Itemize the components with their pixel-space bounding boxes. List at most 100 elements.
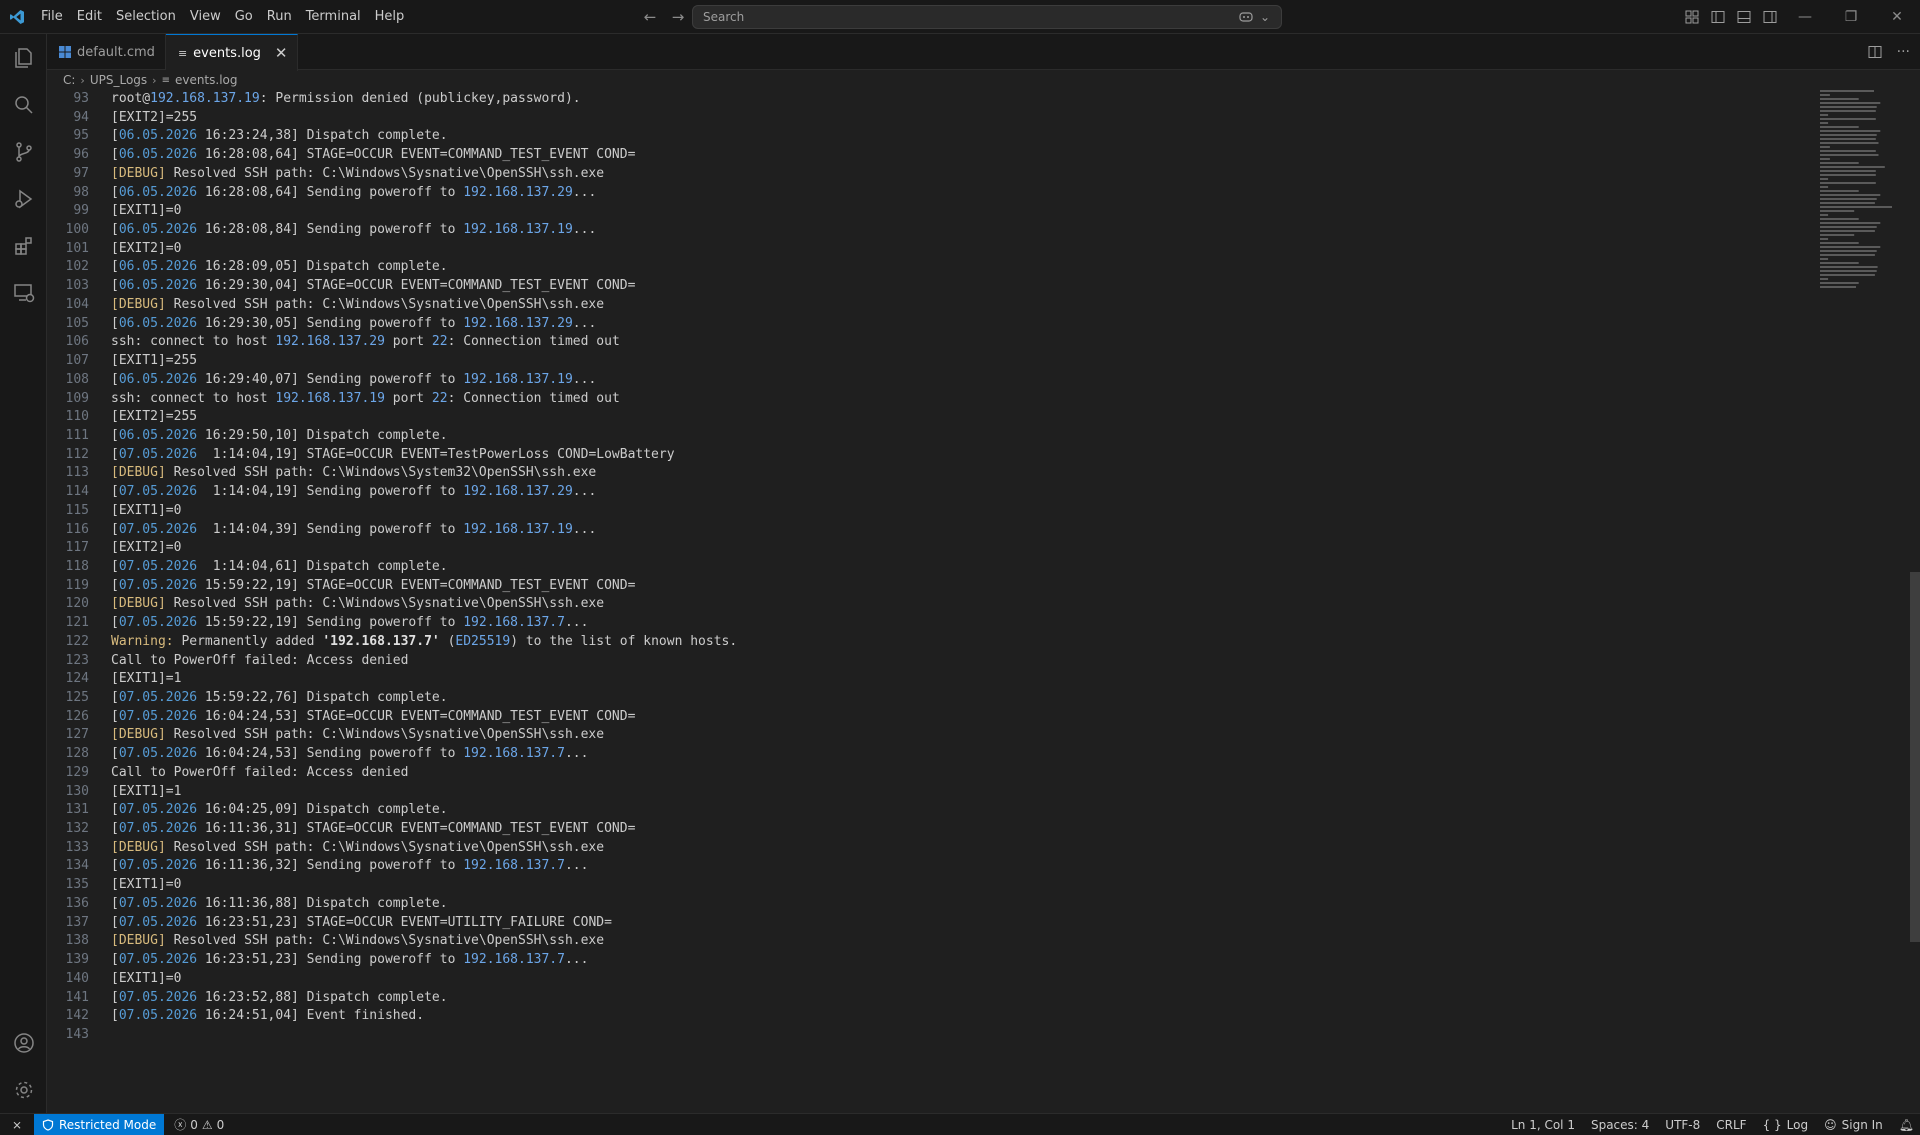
- line-content[interactable]: [06.05.2026 16:28:09,05] Dispatch comple…: [89, 258, 448, 277]
- code-line[interactable]: 113 [DEBUG] Resolved SSH path: C:\Windows…: [47, 464, 1817, 483]
- line-content[interactable]: [06.05.2026 16:28:08,64] Sending powerof…: [89, 184, 596, 203]
- line-content[interactable]: [EXIT1]=0: [89, 502, 181, 521]
- line-content[interactable]: [06.05.2026 16:29:30,04] STAGE=OCCUR EVE…: [89, 277, 635, 296]
- code-line[interactable]: 108 [06.05.2026 16:29:40,07] Sending powe…: [47, 371, 1817, 390]
- menu-go[interactable]: Go: [228, 0, 260, 34]
- code-line[interactable]: 123 Call to PowerOff failed: Access denie…: [47, 652, 1817, 671]
- close-window-icon[interactable]: ✕: [1874, 0, 1920, 34]
- code-line[interactable]: 114 [07.05.2026 1:14:04,19] Sending power…: [47, 483, 1817, 502]
- cursor-position[interactable]: Ln 1, Col 1: [1511, 1118, 1575, 1132]
- line-content[interactable]: [07.05.2026 16:04:24,53] Sending powerof…: [89, 745, 588, 764]
- code-line[interactable]: 130 [EXIT1]=1: [47, 783, 1817, 802]
- line-content[interactable]: [06.05.2026 16:29:50,10] Dispatch comple…: [89, 427, 448, 446]
- line-content[interactable]: [07.05.2026 16:04:24,53] STAGE=OCCUR EVE…: [89, 708, 635, 727]
- line-content[interactable]: [07.05.2026 1:14:04,19] STAGE=OCCUR EVEN…: [89, 446, 675, 465]
- line-content[interactable]: [07.05.2026 16:23:51,23] Sending powerof…: [89, 951, 588, 970]
- minimap[interactable]: [1820, 88, 1900, 318]
- code-line[interactable]: 115 [EXIT1]=0: [47, 502, 1817, 521]
- code-line[interactable]: 95 [06.05.2026 16:23:24,38] Dispatch comp…: [47, 127, 1817, 146]
- line-content[interactable]: ssh: connect to host 192.168.137.19 port…: [89, 390, 620, 409]
- search-icon[interactable]: [0, 81, 47, 128]
- line-content[interactable]: Warning: Permanently added '192.168.137.…: [89, 633, 737, 652]
- line-content[interactable]: [07.05.2026 16:24:51,04] Event finished.: [89, 1007, 424, 1026]
- line-content[interactable]: [07.05.2026 16:23:51,23] STAGE=OCCUR EVE…: [89, 914, 612, 933]
- line-content[interactable]: [07.05.2026 16:11:36,32] Sending powerof…: [89, 857, 588, 876]
- line-content[interactable]: [EXIT2]=255: [89, 408, 197, 427]
- accounts-icon[interactable]: [0, 1019, 47, 1066]
- menu-file[interactable]: File: [34, 0, 70, 34]
- code-line[interactable]: 96 [06.05.2026 16:28:08,64] STAGE=OCCUR E…: [47, 146, 1817, 165]
- breadcrumb-file[interactable]: events.log: [175, 73, 238, 87]
- code-line[interactable]: 139 [07.05.2026 16:23:51,23] Sending powe…: [47, 951, 1817, 970]
- line-content[interactable]: [07.05.2026 16:11:36,31] STAGE=OCCUR EVE…: [89, 820, 635, 839]
- code-line[interactable]: 141 [07.05.2026 16:23:52,88] Dispatch com…: [47, 989, 1817, 1008]
- line-content[interactable]: [DEBUG] Resolved SSH path: C:\Windows\Sy…: [89, 932, 604, 951]
- code-line[interactable]: 112 [07.05.2026 1:14:04,19] STAGE=OCCUR E…: [47, 446, 1817, 465]
- restricted-mode-badge[interactable]: Restricted Mode: [34, 1113, 165, 1135]
- code-line[interactable]: 110 [EXIT2]=255: [47, 408, 1817, 427]
- code-line[interactable]: 111 [06.05.2026 16:29:50,10] Dispatch com…: [47, 427, 1817, 446]
- code-line[interactable]: 97 [DEBUG] Resolved SSH path: C:\Windows\…: [47, 165, 1817, 184]
- line-content[interactable]: [07.05.2026 1:14:04,19] Sending poweroff…: [89, 483, 596, 502]
- code-line[interactable]: 140 [EXIT1]=0: [47, 970, 1817, 989]
- breadcrumb-drive[interactable]: C:: [63, 73, 75, 87]
- line-content[interactable]: [07.05.2026 1:14:04,39] Sending poweroff…: [89, 521, 596, 540]
- code-line[interactable]: 99 [EXIT1]=0: [47, 202, 1817, 221]
- line-content[interactable]: [EXIT2]=255: [89, 109, 197, 128]
- problems-indicator[interactable]: ⓧ 0 ⚠ 0: [164, 1116, 234, 1133]
- vertical-scrollbar[interactable]: [1910, 88, 1920, 1113]
- line-content[interactable]: [EXIT1]=1: [89, 670, 181, 689]
- close-icon[interactable]: ✕: [275, 44, 288, 62]
- line-content[interactable]: [07.05.2026 16:23:52,88] Dispatch comple…: [89, 989, 448, 1008]
- code-line[interactable]: 94 [EXIT2]=255: [47, 109, 1817, 128]
- menu-edit[interactable]: Edit: [70, 0, 109, 34]
- code-line[interactable]: 131 [07.05.2026 16:04:25,09] Dispatch com…: [47, 801, 1817, 820]
- line-content[interactable]: [07.05.2026 15:59:22,19] STAGE=OCCUR EVE…: [89, 577, 635, 596]
- code-line[interactable]: 143: [47, 1026, 1817, 1045]
- run-debug-icon[interactable]: [0, 175, 47, 222]
- customize-layout-icon[interactable]: [1684, 9, 1700, 25]
- line-content[interactable]: [EXIT1]=0: [89, 876, 181, 895]
- code-line[interactable]: 117 [EXIT2]=0: [47, 539, 1817, 558]
- code-line[interactable]: 122 Warning: Permanently added '192.168.1…: [47, 633, 1817, 652]
- split-editor-icon[interactable]: [1867, 44, 1883, 60]
- minimize-icon[interactable]: —: [1782, 0, 1828, 34]
- line-content[interactable]: root@192.168.137.19: Permission denied (…: [89, 90, 581, 109]
- remote-indicator-icon[interactable]: ⨯: [0, 1114, 34, 1135]
- extensions-icon[interactable]: [0, 222, 47, 269]
- code-line[interactable]: 134 [07.05.2026 16:11:36,32] Sending powe…: [47, 857, 1817, 876]
- code-line[interactable]: 100 [06.05.2026 16:28:08,84] Sending powe…: [47, 221, 1817, 240]
- line-content[interactable]: ssh: connect to host 192.168.137.29 port…: [89, 333, 620, 352]
- code-line[interactable]: 103 [06.05.2026 16:29:30,04] STAGE=OCCUR …: [47, 277, 1817, 296]
- line-content[interactable]: [06.05.2026 16:29:40,07] Sending powerof…: [89, 371, 596, 390]
- copilot-menu[interactable]: ⌄: [1238, 5, 1270, 29]
- editor-area[interactable]: 93 root@192.168.137.19: Permission denied…: [47, 90, 1877, 1113]
- remote-explorer-icon[interactable]: [0, 269, 47, 316]
- code-line[interactable]: 105 [06.05.2026 16:29:30,05] Sending powe…: [47, 315, 1817, 334]
- settings-gear-icon[interactable]: [0, 1066, 47, 1113]
- indentation[interactable]: Spaces: 4: [1591, 1118, 1649, 1132]
- line-content[interactable]: [06.05.2026 16:29:30,05] Sending powerof…: [89, 315, 596, 334]
- language-mode[interactable]: { } Log: [1763, 1118, 1809, 1132]
- scrollbar-thumb[interactable]: [1910, 572, 1920, 942]
- code-line[interactable]: 136 [07.05.2026 16:11:36,88] Dispatch com…: [47, 895, 1817, 914]
- line-content[interactable]: [EXIT1]=255: [89, 352, 197, 371]
- line-content[interactable]: [06.05.2026 16:23:24,38] Dispatch comple…: [89, 127, 448, 146]
- explorer-icon[interactable]: [0, 34, 47, 81]
- code-line[interactable]: 120 [DEBUG] Resolved SSH path: C:\Windows…: [47, 595, 1817, 614]
- code-line[interactable]: 132 [07.05.2026 16:11:36,31] STAGE=OCCUR …: [47, 820, 1817, 839]
- more-actions-icon[interactable]: ···: [1897, 44, 1910, 60]
- code-line[interactable]: 109 ssh: connect to host 192.168.137.19 p…: [47, 390, 1817, 409]
- code-line[interactable]: 93 root@192.168.137.19: Permission denied…: [47, 90, 1817, 109]
- code-line[interactable]: 119 [07.05.2026 15:59:22,19] STAGE=OCCUR …: [47, 577, 1817, 596]
- code-line[interactable]: 142 [07.05.2026 16:24:51,04] Event finish…: [47, 1007, 1817, 1026]
- code-line[interactable]: 128 [07.05.2026 16:04:24,53] Sending powe…: [47, 745, 1817, 764]
- code-line[interactable]: 137 [07.05.2026 16:23:51,23] STAGE=OCCUR …: [47, 914, 1817, 933]
- line-content[interactable]: [DEBUG] Resolved SSH path: C:\Windows\Sy…: [89, 296, 604, 315]
- code-line[interactable]: 127 [DEBUG] Resolved SSH path: C:\Windows…: [47, 726, 1817, 745]
- line-content[interactable]: [07.05.2026 16:11:36,88] Dispatch comple…: [89, 895, 448, 914]
- code-lines[interactable]: 93 root@192.168.137.19: Permission denied…: [47, 90, 1817, 1045]
- line-content[interactable]: [EXIT1]=0: [89, 970, 181, 989]
- code-line[interactable]: 135 [EXIT1]=0: [47, 876, 1817, 895]
- toggle-primary-sidebar-icon[interactable]: [1710, 9, 1726, 25]
